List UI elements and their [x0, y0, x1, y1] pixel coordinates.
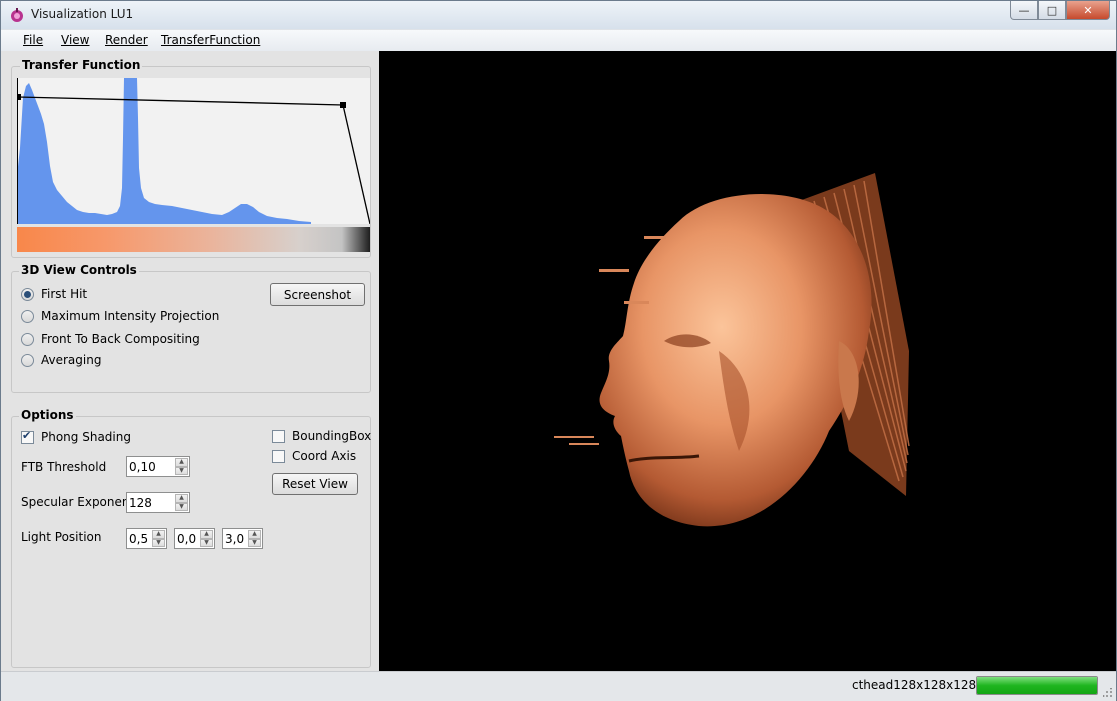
radio-button[interactable] [21, 353, 34, 367]
phong-shading-checkbox[interactable]: Phong Shading [21, 429, 131, 445]
light-x-spinbox[interactable]: 0,5 ▲ ▼ [126, 528, 167, 549]
checkbox[interactable] [272, 449, 285, 463]
render-viewport[interactable] [379, 51, 1116, 671]
resize-grip-icon[interactable] [1103, 688, 1113, 698]
radio-button[interactable] [21, 287, 34, 301]
head-volume [599, 194, 872, 527]
spin-down-icon[interactable]: ▼ [175, 466, 188, 475]
transfer-curve [17, 96, 370, 224]
color-gradient-bar[interactable] [17, 227, 370, 252]
ftb-threshold-spinbox[interactable]: 0,10 ▲ ▼ [126, 456, 190, 477]
main-window: Visualization LU1 — □ ✕ File View Render… [0, 0, 1117, 701]
specular-exponent-label: Specular Exponent [21, 495, 135, 509]
screenshot-button[interactable]: Screenshot [270, 283, 365, 306]
coord-axis-checkbox[interactable]: Coord Axis [272, 448, 356, 464]
reset-view-button[interactable]: Reset View [272, 473, 358, 495]
checkbox[interactable] [272, 429, 285, 443]
close-button[interactable]: ✕ [1066, 1, 1110, 20]
transfer-function-editor[interactable] [17, 78, 370, 224]
close-icon: ✕ [1083, 3, 1093, 17]
ftb-threshold-label: FTB Threshold [21, 460, 107, 474]
menu-transferfunction[interactable]: TransferFunction [161, 33, 260, 47]
status-bar: cthead128x128x128.dat [1, 671, 1116, 701]
progress-bar [976, 676, 1098, 695]
transfer-function-title: Transfer Function [20, 58, 143, 72]
options-title: Options [19, 408, 76, 422]
spin-down-icon[interactable]: ▼ [152, 538, 165, 547]
maximize-icon: □ [1046, 3, 1058, 17]
menu-render[interactable]: Render [105, 33, 148, 47]
control-point[interactable] [340, 102, 346, 108]
spin-up-icon[interactable]: ▲ [200, 530, 213, 539]
radio-first-hit[interactable]: First Hit [21, 285, 87, 303]
spin-down-icon[interactable]: ▼ [175, 502, 188, 511]
specular-exponent-spinbox[interactable]: 128 ▲ ▼ [126, 492, 190, 513]
histogram-plot [17, 78, 370, 224]
radio-averaging[interactable]: Averaging [21, 351, 101, 369]
spin-up-icon[interactable]: ▲ [152, 530, 165, 539]
window-title: Visualization LU1 [31, 7, 134, 21]
maximize-button[interactable]: □ [1038, 1, 1066, 20]
radio-front-to-back[interactable]: Front To Back Compositing [21, 330, 200, 348]
checkbox[interactable] [21, 429, 34, 444]
light-z-spinbox[interactable]: 3,0 ▲ ▼ [222, 528, 263, 549]
light-y-spinbox[interactable]: 0,0 ▲ ▼ [174, 528, 215, 549]
spin-down-icon[interactable]: ▼ [248, 538, 261, 547]
spin-down-icon[interactable]: ▼ [200, 538, 213, 547]
spin-up-icon[interactable]: ▲ [248, 530, 261, 539]
spin-up-icon[interactable]: ▲ [175, 458, 188, 467]
minimize-icon: — [1018, 3, 1030, 17]
title-bar: Visualization LU1 — □ ✕ [1, 1, 1116, 29]
menu-view[interactable]: View [61, 33, 89, 47]
volume-rendering [554, 173, 910, 527]
radio-button[interactable] [21, 332, 34, 346]
menu-bar: File View Render TransferFunction [1, 30, 1116, 51]
histogram [17, 78, 311, 224]
menu-file[interactable]: File [23, 33, 43, 47]
app-icon [11, 8, 23, 22]
spin-up-icon[interactable]: ▲ [175, 494, 188, 503]
light-position-label: Light Position [21, 530, 102, 544]
radio-mip[interactable]: Maximum Intensity Projection [21, 307, 219, 325]
radio-button[interactable] [21, 309, 34, 323]
progress-fill [977, 677, 1097, 694]
minimize-button[interactable]: — [1010, 1, 1038, 20]
bounding-box-checkbox[interactable]: BoundingBox [272, 428, 371, 444]
view-controls-title: 3D View Controls [19, 263, 139, 277]
